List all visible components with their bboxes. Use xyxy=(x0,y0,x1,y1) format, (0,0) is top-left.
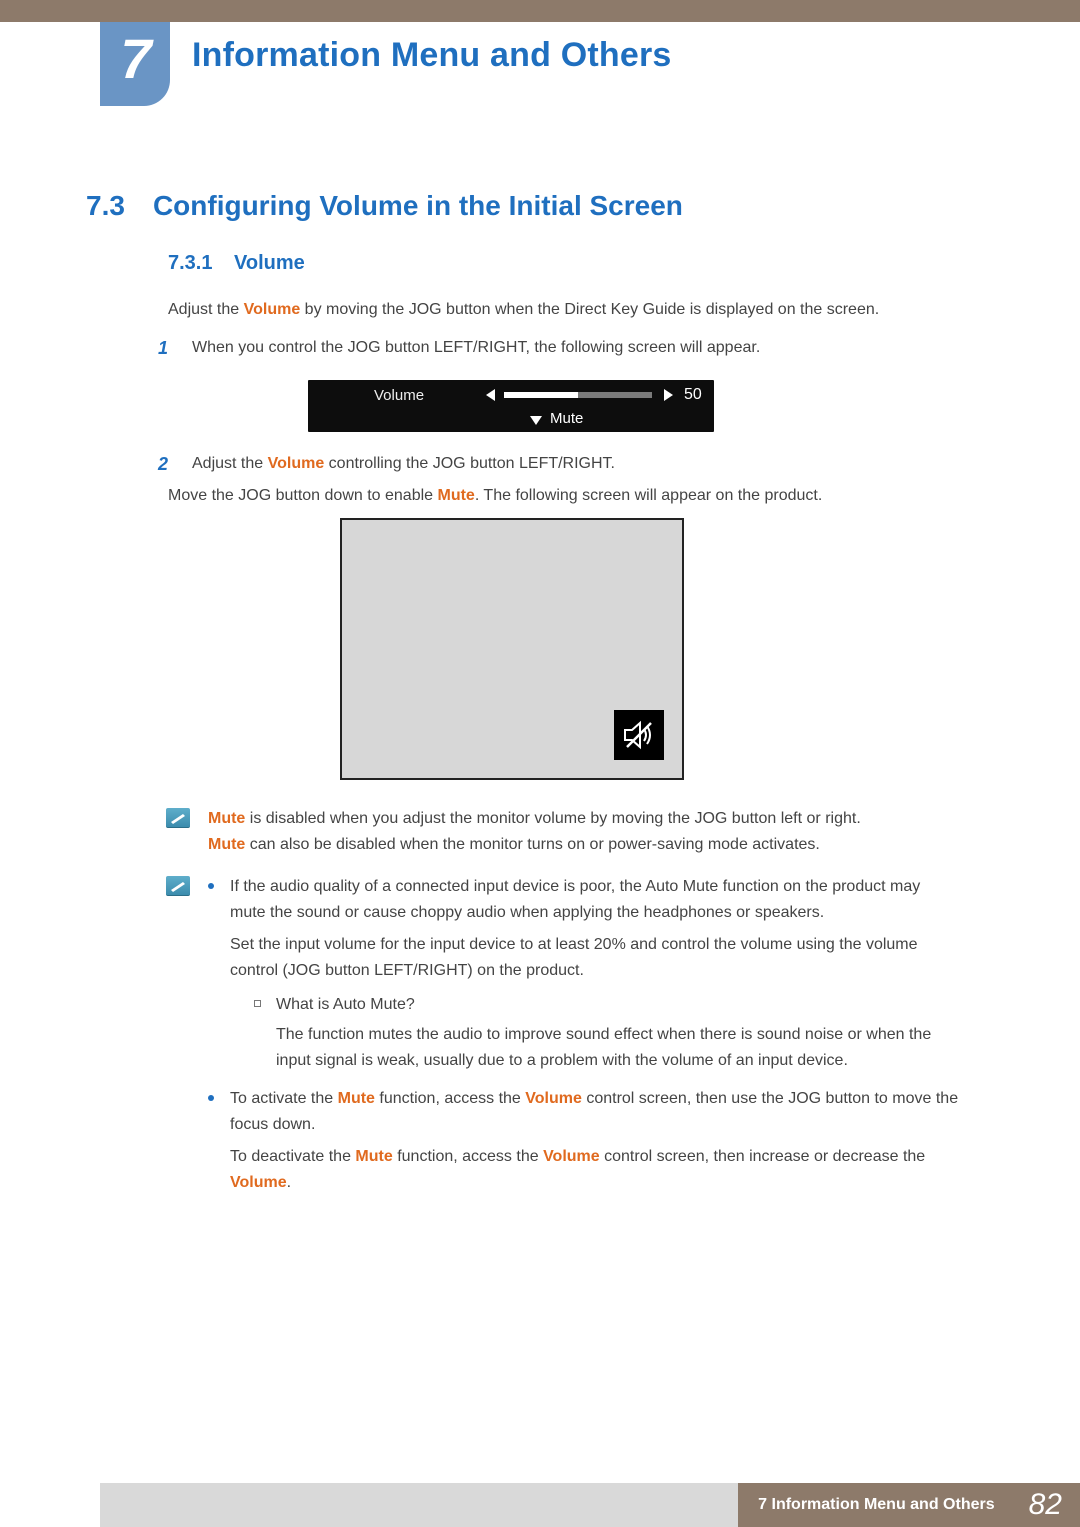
section-number: 7.3 xyxy=(86,190,125,222)
footer-bar: 7 Information Menu and Others 82 xyxy=(100,1483,1080,1527)
step-number: 1 xyxy=(158,336,182,360)
bullet-item: If the audio quality of a connected inpu… xyxy=(208,874,960,1074)
osd-mute-label: Mute xyxy=(550,410,583,427)
section-heading: 7.3 Configuring Volume in the Initial Sc… xyxy=(86,190,683,222)
section-title: Configuring Volume in the Initial Screen xyxy=(153,190,683,222)
triangle-left-icon xyxy=(486,389,495,401)
osd-volume-value: 50 xyxy=(684,386,702,404)
square-bullet-icon xyxy=(254,1000,261,1007)
mute-screen-illustration xyxy=(340,518,684,780)
subsection-heading: 7.3.1 Volume xyxy=(168,252,305,275)
bullet-dot-icon xyxy=(208,883,214,889)
note-block-2: If the audio quality of a connected inpu… xyxy=(166,874,960,1208)
osd-slider-fill xyxy=(504,392,578,398)
chapter-number: 7 xyxy=(120,26,149,91)
step-2-text: Adjust the Volume controlling the JOG bu… xyxy=(192,452,960,476)
osd-slider-track xyxy=(504,392,652,398)
footer-page-number: 82 xyxy=(1011,1483,1080,1527)
subsection-title: Volume xyxy=(234,252,305,274)
triangle-down-icon xyxy=(530,416,542,425)
chapter-tab: 7 xyxy=(100,22,170,106)
note-icon xyxy=(166,808,190,828)
chapter-title: Information Menu and Others xyxy=(192,36,672,75)
mute-icon xyxy=(614,710,664,760)
top-accent-bar xyxy=(0,0,1080,22)
step-2: 2 Adjust the Volume controlling the JOG … xyxy=(158,452,960,476)
triangle-right-icon xyxy=(664,389,673,401)
mute-instruction: Move the JOG button down to enable Mute.… xyxy=(168,484,960,508)
note-1-body: Mute is disabled when you adjust the mon… xyxy=(208,806,960,858)
note-block-1: Mute is disabled when you adjust the mon… xyxy=(166,806,960,858)
sub-bullet-item: What is Auto Mute? The function mutes th… xyxy=(254,992,960,1074)
volume-osd: Volume 50 Mute xyxy=(308,380,714,432)
osd-volume-label: Volume xyxy=(374,387,424,404)
subsection-number: 7.3.1 xyxy=(168,252,212,274)
step-number: 2 xyxy=(158,452,182,476)
intro-text: Adjust the Volume by moving the JOG butt… xyxy=(168,298,879,322)
note-icon xyxy=(166,876,190,896)
bullet-dot-icon xyxy=(208,1095,214,1101)
step-1-text: When you control the JOG button LEFT/RIG… xyxy=(192,336,960,360)
note-2-body: If the audio quality of a connected inpu… xyxy=(208,874,960,1196)
footer-chapter-label: 7 Information Menu and Others xyxy=(738,1483,1010,1527)
bullet-item: To activate the Mute function, access th… xyxy=(208,1086,960,1196)
step-1: 1 When you control the JOG button LEFT/R… xyxy=(158,336,960,360)
